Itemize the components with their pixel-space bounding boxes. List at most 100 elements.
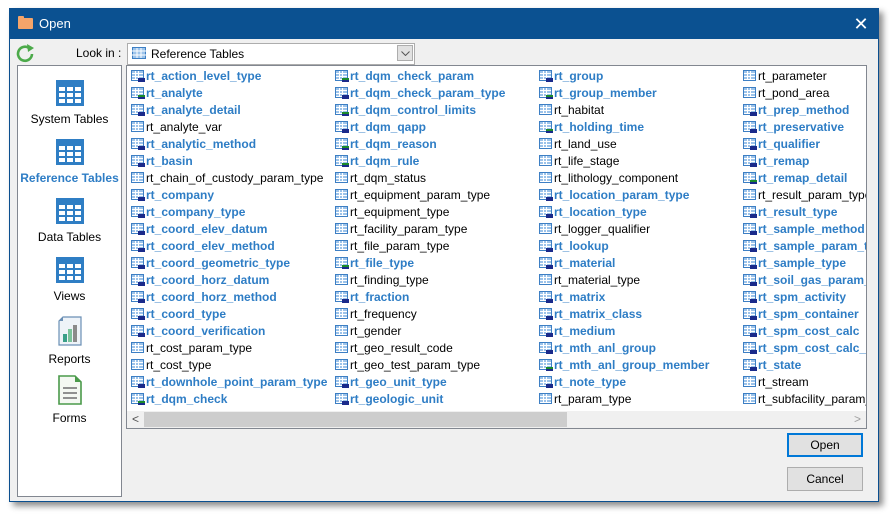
file-name: rt_coord_elev_datum bbox=[146, 222, 268, 236]
table-icon bbox=[335, 325, 348, 336]
close-button[interactable]: ✕ bbox=[844, 9, 878, 39]
file-name: rt_holding_time bbox=[554, 120, 645, 134]
key-overlay-icon bbox=[750, 299, 757, 303]
key-overlay-icon bbox=[750, 265, 757, 269]
form-document-icon bbox=[57, 375, 82, 405]
table-icon bbox=[335, 240, 348, 251]
file-name: rt_preservative bbox=[758, 120, 845, 134]
scroll-right-button[interactable]: > bbox=[849, 411, 866, 428]
window-title: Open bbox=[39, 16, 71, 31]
file-name: rt_geo_test_param_type bbox=[350, 358, 481, 372]
place-label: Forms bbox=[52, 411, 87, 425]
file-name: rt_coord_elev_method bbox=[146, 239, 275, 253]
file-name: rt_sample_param_t bbox=[758, 239, 867, 253]
file-name: rt_coord_geometric_type bbox=[146, 256, 291, 270]
key-overlay-icon bbox=[138, 112, 145, 116]
linked-overlay-icon bbox=[342, 265, 349, 267]
linked-overlay-icon bbox=[138, 401, 145, 403]
file-name: rt_coord_horz_datum bbox=[146, 273, 270, 287]
key-overlay-icon bbox=[750, 112, 757, 116]
key-overlay-icon bbox=[342, 401, 349, 405]
key-overlay-icon bbox=[750, 214, 757, 218]
key-overlay-icon bbox=[138, 197, 145, 201]
key-overlay-icon bbox=[138, 248, 145, 252]
file-name: rt_company bbox=[146, 188, 215, 202]
key-overlay-icon bbox=[138, 214, 145, 218]
file-name: rt_file_type bbox=[350, 256, 415, 270]
chevron-down-icon[interactable] bbox=[397, 45, 413, 61]
key-overlay-icon bbox=[750, 146, 757, 150]
key-overlay-icon bbox=[750, 350, 757, 354]
file-name: rt_analyte bbox=[146, 86, 203, 100]
horizontal-scrollbar[interactable]: < > bbox=[127, 411, 866, 428]
file-name: rt_sample_type bbox=[758, 256, 847, 270]
file-name: rt_remap_detail bbox=[758, 171, 848, 185]
place-label: Reports bbox=[48, 352, 91, 366]
file-name: rt_chain_of_custody_param_type bbox=[146, 171, 324, 185]
place-reference-tables[interactable]: Reference Tables bbox=[18, 139, 121, 185]
file-name: rt_habitat bbox=[554, 103, 605, 117]
key-overlay-icon bbox=[138, 231, 145, 235]
look-in-combo[interactable]: Reference Tables bbox=[127, 43, 415, 65]
file-name: rt_spm_cost_calc bbox=[758, 324, 860, 338]
table-icon bbox=[539, 172, 552, 183]
file-name: rt_note_type bbox=[554, 375, 627, 389]
key-overlay-icon bbox=[138, 163, 145, 167]
linked-overlay-icon bbox=[546, 129, 553, 131]
place-forms[interactable]: Forms bbox=[18, 375, 121, 425]
open-button[interactable]: Open bbox=[787, 433, 863, 457]
key-overlay-icon bbox=[546, 299, 553, 303]
file-name: rt_cost_type bbox=[146, 358, 212, 372]
file-name: rt_dqm_qapp bbox=[350, 120, 427, 134]
file-name: rt_company_type bbox=[146, 205, 246, 219]
file-name: rt_basin bbox=[146, 154, 193, 168]
file-name: rt_group_member bbox=[554, 86, 657, 100]
key-overlay-icon bbox=[750, 129, 757, 133]
key-overlay-icon bbox=[342, 95, 349, 99]
place-data-tables[interactable]: Data Tables bbox=[18, 198, 121, 244]
file-name: rt_spm_cost_calc_ bbox=[758, 341, 867, 355]
file-name: rt_result_type bbox=[758, 205, 838, 219]
file-name: rt_coord_type bbox=[146, 307, 227, 321]
table-icon bbox=[539, 223, 552, 234]
file-name: rt_geo_unit_type bbox=[350, 375, 447, 389]
scrollbar-thumb[interactable] bbox=[144, 412, 567, 427]
file-name: rt_land_use bbox=[554, 137, 617, 151]
key-overlay-icon bbox=[138, 384, 145, 388]
file-name: rt_group bbox=[554, 69, 604, 83]
file-name: rt_analyte_detail bbox=[146, 103, 241, 117]
scroll-left-button[interactable]: < bbox=[127, 411, 144, 428]
table-icon bbox=[743, 189, 756, 200]
key-overlay-icon bbox=[342, 299, 349, 303]
key-overlay-icon bbox=[138, 282, 145, 286]
place-reports[interactable]: Reports bbox=[18, 316, 121, 366]
file-list[interactable]: rt_action_level_type rt_analyte rt_analyte… bbox=[126, 65, 867, 429]
file-name: rt_result_param_type bbox=[758, 188, 867, 202]
title-bar[interactable]: Open ✕ bbox=[10, 9, 878, 39]
file-name: rt_lookup bbox=[554, 239, 609, 253]
places-bar: System Tables Reference Tables Data Tabl… bbox=[17, 65, 122, 497]
file-name: rt_dqm_reason bbox=[350, 137, 437, 151]
key-overlay-icon bbox=[546, 248, 553, 252]
file-name: rt_geologic_unit bbox=[350, 392, 444, 406]
place-system-tables[interactable]: System Tables bbox=[18, 80, 121, 126]
file-name: rt_equipment_type bbox=[350, 205, 450, 219]
table-icon bbox=[131, 121, 144, 132]
refresh-icon[interactable] bbox=[15, 43, 37, 65]
linked-overlay-icon bbox=[750, 180, 757, 182]
table-icon bbox=[539, 393, 552, 404]
table-grid-icon bbox=[55, 80, 84, 106]
cancel-button[interactable]: Cancel bbox=[787, 467, 863, 491]
place-views[interactable]: Views bbox=[18, 257, 121, 303]
file-name: rt_dqm_status bbox=[350, 171, 427, 185]
table-icon bbox=[335, 342, 348, 353]
folder-icon bbox=[18, 16, 33, 29]
file-name: rt_frequency bbox=[350, 307, 417, 321]
file-name: rt_equipment_param_type bbox=[350, 188, 491, 202]
file-name: rt_material bbox=[554, 256, 616, 270]
file-name: rt_qualifier bbox=[758, 137, 821, 151]
key-overlay-icon bbox=[138, 333, 145, 337]
table-icon bbox=[335, 359, 348, 370]
file-name: rt_geo_result_code bbox=[350, 341, 453, 355]
key-overlay-icon bbox=[750, 367, 757, 371]
